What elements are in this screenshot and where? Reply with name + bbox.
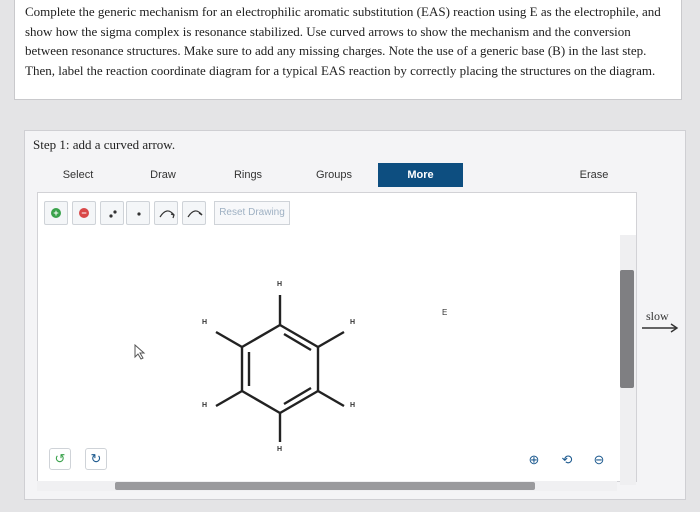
zoom-reset-button[interactable]: ⟲ xyxy=(556,450,578,472)
curved-arrow-double-button[interactable] xyxy=(154,201,178,225)
minus-charge-icon: − xyxy=(79,208,89,218)
zoom-in-icon: ⊕ xyxy=(528,452,540,467)
electrophile-label[interactable]: E xyxy=(442,308,447,317)
tab-more[interactable]: More xyxy=(378,163,463,187)
hydrogen-lower-left: H xyxy=(202,402,208,409)
zoom-reset-icon: ⟲ xyxy=(561,452,573,467)
horizontal-scroll-thumb[interactable] xyxy=(115,482,535,490)
hydrogen-lower-right: H xyxy=(350,402,356,409)
curved-arrow-pair-icon xyxy=(159,210,175,219)
tab-rings[interactable]: Rings xyxy=(225,163,271,187)
cursor-icon xyxy=(134,344,146,360)
curved-arrow-single-icon xyxy=(187,210,203,218)
step-title: Step 1: add a curved arrow. xyxy=(33,137,176,152)
lone-pair-button[interactable] xyxy=(100,201,124,225)
undo-icon: ↺ xyxy=(54,451,66,466)
hydrogen-bottom: H xyxy=(277,446,283,453)
plus-charge-icon: + xyxy=(51,208,61,218)
tab-select[interactable]: Select xyxy=(52,163,104,187)
radical-button[interactable] xyxy=(126,201,150,225)
minus-charge-button[interactable]: − xyxy=(72,201,96,225)
hydrogen-top: H xyxy=(277,281,283,288)
question-text: Complete the generic mechanism for an el… xyxy=(25,4,661,78)
tab-erase[interactable]: Erase xyxy=(570,163,618,187)
plus-charge-button[interactable]: + xyxy=(44,201,68,225)
zoom-out-button[interactable]: ⊖ xyxy=(588,450,610,472)
question-panel: Complete the generic mechanism for an el… xyxy=(14,0,682,100)
redo-icon: ↻ xyxy=(90,451,102,466)
zoom-out-icon: ⊖ xyxy=(593,452,605,467)
tab-draw[interactable]: Draw xyxy=(140,163,186,187)
hydrogen-upper-left: H xyxy=(202,319,208,326)
radical-pair-icon xyxy=(109,210,117,218)
undo-button[interactable]: ↺ xyxy=(49,448,71,470)
zoom-in-button[interactable]: ⊕ xyxy=(523,450,545,472)
benzene-molecule[interactable] xyxy=(190,280,370,470)
vertical-scroll-thumb[interactable] xyxy=(620,270,634,388)
slow-arrow xyxy=(642,323,679,333)
tab-groups[interactable]: Groups xyxy=(308,163,360,187)
reset-drawing-button[interactable]: Reset Drawing xyxy=(214,201,290,225)
hydrogen-upper-right: H xyxy=(350,319,356,326)
redo-button[interactable]: ↻ xyxy=(85,448,107,470)
curved-arrow-single-button[interactable] xyxy=(182,201,206,225)
single-electron-icon xyxy=(137,212,141,216)
